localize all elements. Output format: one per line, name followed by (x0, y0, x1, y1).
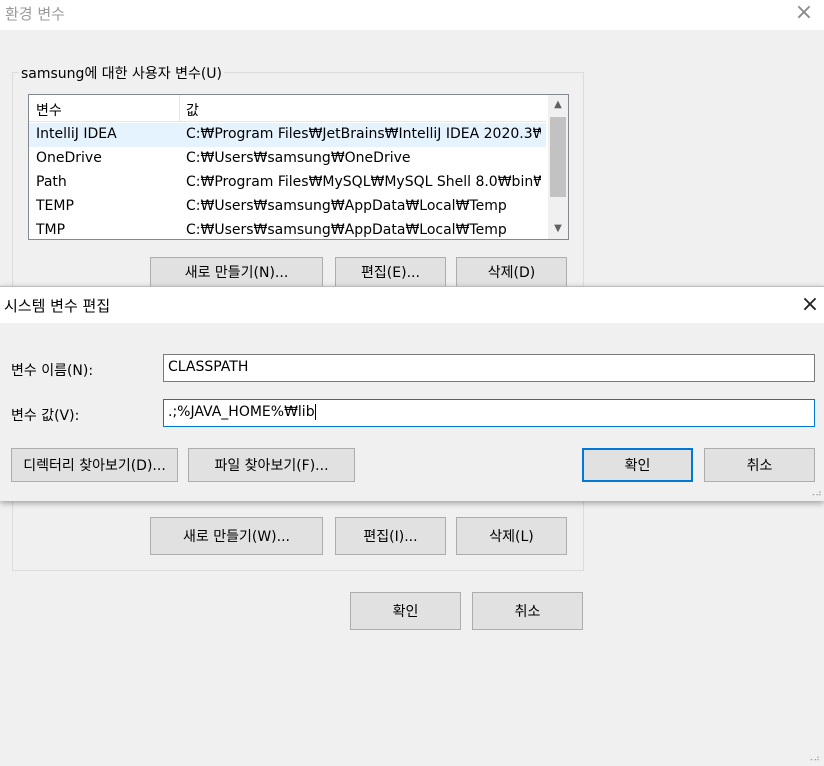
variable-value: C:₩Users₩samsung₩OneDrive (186, 150, 411, 166)
system-new-button[interactable]: 새로 만들기(W)... (150, 517, 323, 555)
list-item[interactable]: TEMP C:₩Users₩samsung₩AppData₩Local₩Temp (29, 195, 546, 219)
scroll-thumb[interactable] (550, 117, 566, 197)
edit-system-variable-dialog: 시스템 변수 편집 × 변수 이름(N): CLASSPATH 변수 값(V):… (0, 286, 824, 501)
variable-name: TMP (36, 222, 66, 238)
browse-file-button[interactable]: 파일 찾아보기(F)... (188, 448, 355, 482)
variable-value-field[interactable]: .;%JAVA_HOME%₩lib (163, 399, 815, 427)
list-item[interactable]: Path C:₩Program Files₩MySQL₩MySQL Shell … (29, 171, 546, 195)
variable-name-value: CLASSPATH (168, 359, 249, 375)
browse-directory-button[interactable]: 디렉터리 찾아보기(D)... (11, 448, 178, 482)
column-separator[interactable] (179, 95, 180, 121)
env-ok-button[interactable]: 확인 (350, 592, 461, 630)
dialog-title: 시스템 변수 편집 (4, 297, 111, 315)
variable-value: C:₩Program Files₩JetBrains₩IntelliJ IDEA… (186, 126, 541, 142)
scroll-up-arrow-icon[interactable]: ▲ (548, 95, 568, 115)
user-edit-button[interactable]: 편집(E)... (335, 257, 446, 287)
dialog-resize-grip-icon[interactable]: ⠠⠴ (809, 490, 822, 499)
user-new-button[interactable]: 새로 만들기(N)... (150, 257, 323, 287)
user-delete-button[interactable]: 삭제(D) (456, 257, 567, 287)
variable-value: C:₩Users₩samsung₩AppData₩Local₩Temp (186, 222, 507, 238)
env-resize-grip-icon[interactable]: ⠠⠴ (807, 755, 820, 764)
list-header: 변수 값 (29, 95, 546, 122)
env-window-titlebar (0, 0, 824, 30)
user-variables-list[interactable]: 변수 값 IntelliJ IDEA C:₩Program Files₩JetB… (28, 94, 569, 240)
variable-name: OneDrive (36, 150, 102, 166)
scroll-down-arrow-icon[interactable]: ▼ (548, 219, 568, 239)
variable-name-label: 변수 이름(N): (11, 363, 94, 379)
env-window-title: 환경 변수 (5, 5, 65, 23)
env-window-close-icon[interactable]: × (792, 1, 816, 25)
vertical-scrollbar[interactable]: ▲ ▼ (548, 95, 568, 239)
dialog-close-icon[interactable]: × (798, 293, 822, 317)
variable-name: TEMP (36, 198, 74, 214)
list-item[interactable]: OneDrive C:₩Users₩samsung₩OneDrive (29, 147, 546, 171)
variable-value: C:₩Users₩samsung₩AppData₩Local₩Temp (186, 198, 507, 214)
variable-value: C:₩Program Files₩MySQL₩MySQL Shell 8.0₩b… (186, 174, 541, 190)
user-variables-group-label: samsung에 대한 사용자 변수(U) (19, 63, 224, 83)
text-caret (314, 404, 316, 420)
system-edit-button[interactable]: 편집(I)... (335, 517, 446, 555)
dialog-ok-button[interactable]: 확인 (582, 448, 693, 482)
variable-value-text: .;%JAVA_HOME%₩lib (168, 404, 315, 420)
column-header-value[interactable]: 값 (186, 100, 199, 120)
list-item[interactable]: TMP C:₩Users₩samsung₩AppData₩Local₩Temp (29, 219, 546, 239)
variable-name: IntelliJ IDEA (36, 126, 117, 142)
variable-name-field[interactable]: CLASSPATH (163, 354, 815, 382)
variable-name: Path (36, 174, 67, 190)
system-delete-button[interactable]: 삭제(L) (456, 517, 567, 555)
dialog-titlebar: 시스템 변수 편집 × (0, 287, 824, 323)
dialog-cancel-button[interactable]: 취소 (704, 448, 815, 482)
list-item[interactable]: IntelliJ IDEA C:₩Program Files₩JetBrains… (29, 123, 546, 147)
variable-value-label: 변수 값(V): (11, 408, 80, 424)
column-header-variable[interactable]: 변수 (36, 100, 62, 120)
env-cancel-button[interactable]: 취소 (472, 592, 583, 630)
